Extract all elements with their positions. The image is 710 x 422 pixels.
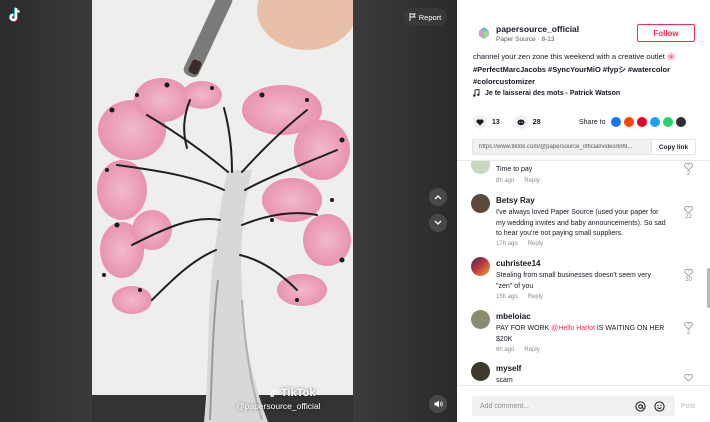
cherry-blossom-painting — [92, 0, 353, 422]
comment-count: 28 — [532, 118, 541, 126]
copy-link-button[interactable]: Copy link — [651, 140, 695, 154]
next-video-button[interactable] — [429, 214, 447, 232]
reply-button[interactable]: Reply — [524, 347, 539, 353]
mute-button[interactable] — [429, 395, 447, 413]
comment-like-button[interactable] — [684, 374, 693, 382]
commenter-name[interactable]: cuhristee14 — [496, 259, 540, 268]
heart-icon — [476, 118, 484, 125]
author-avatar[interactable] — [473, 22, 495, 44]
comment-meta: 17h ago Reply — [496, 241, 543, 247]
heart-outline-icon — [684, 374, 693, 382]
video-link-url[interactable]: https://www.tiktok.com/@papersource_offi… — [473, 144, 651, 150]
music-note-icon — [473, 89, 480, 97]
video-player[interactable]: Report TikTok @papersource_official — [0, 0, 457, 422]
comment-meta: 8h ago Reply — [496, 178, 540, 184]
comment-like-count: 20 — [685, 277, 692, 283]
caption-hashtags-2[interactable]: #colorcustomizer — [473, 76, 698, 89]
caption-hashtags[interactable]: #PerfectMarcJacobs #SyncYourMiO #fypシ #w… — [473, 64, 698, 77]
comment-button[interactable] — [513, 115, 528, 129]
comment-meta: 15h ago Reply — [496, 294, 543, 300]
comment-text-part: PAY FOR WORK — [496, 325, 552, 332]
music-title: Je te laisserai des mots - Patrick Watso… — [485, 89, 621, 97]
comment-text: PAY FOR WORK @Hello Harlot IS WAITING ON… — [496, 324, 666, 345]
comment-meta: 6h ago Reply — [496, 347, 540, 353]
reddit-icon[interactable] — [624, 117, 635, 127]
emoji-icon[interactable] — [654, 401, 665, 412]
reply-button[interactable]: Reply — [524, 178, 539, 184]
watermark-handle: @papersource_official — [236, 401, 321, 411]
video-backdrop-left — [0, 0, 92, 422]
share-bar: Share to — [579, 117, 687, 127]
mention-icon[interactable] — [635, 401, 646, 412]
comment-text: Time to pay — [496, 166, 533, 173]
comment-like-count: 2 — [686, 330, 691, 336]
post-button[interactable]: Post — [681, 403, 695, 410]
facebook-icon[interactable] — [611, 117, 622, 127]
chevron-down-icon — [434, 220, 442, 225]
commenter-avatar[interactable] — [471, 257, 490, 276]
author-name[interactable]: papersource_official — [496, 24, 579, 34]
video-watermark: TikTok @papersource_official — [236, 387, 321, 411]
video-backdrop-right — [353, 0, 457, 422]
comment-text: scam — [496, 377, 513, 384]
tiktok-logo-icon[interactable] — [6, 6, 24, 24]
comment-composer: Add comment... Post — [457, 385, 710, 422]
comment-time: 8h ago — [496, 178, 515, 184]
comment-like-count: 2 — [686, 171, 691, 177]
engagement-stats: 13 28 — [473, 115, 541, 129]
comment-text: I've always loved Paper Source (used you… — [496, 209, 666, 237]
paper-source-logo-icon — [479, 27, 489, 39]
reply-button[interactable]: Reply — [528, 241, 543, 247]
follow-button[interactable]: Follow — [637, 24, 695, 42]
music-track[interactable]: Je te laisserai des mots - Patrick Watso… — [473, 89, 620, 97]
report-label: Report — [418, 12, 442, 22]
comment-like-button[interactable]: 2 — [684, 322, 693, 336]
commenter-name[interactable]: myself — [496, 364, 521, 373]
comment-like-button[interactable]: 22 — [684, 206, 693, 220]
previous-video-button[interactable] — [429, 188, 447, 206]
commenter-name[interactable]: mbeloiac — [496, 312, 531, 321]
video-link-box[interactable]: https://www.tiktok.com/@papersource_offi… — [472, 139, 696, 155]
like-button[interactable] — [473, 115, 487, 129]
comment-like-count: 22 — [685, 214, 692, 220]
comment-text: Stealing from small businesses doesn't s… — [496, 272, 652, 290]
pinterest-icon[interactable] — [637, 117, 648, 127]
volume-icon — [434, 400, 443, 408]
embed-icon[interactable] — [676, 117, 687, 127]
commenter-name[interactable]: Betsy Ray — [496, 196, 535, 205]
commenter-avatar[interactable] — [471, 194, 490, 213]
like-count: 13 — [492, 118, 500, 126]
heart-outline-icon — [684, 163, 693, 171]
comment-time: 17h ago — [496, 241, 518, 247]
commenter-avatar[interactable] — [471, 161, 490, 174]
author-subtitle: Paper Source · 8-13 — [496, 36, 555, 43]
commenter-avatar[interactable] — [471, 362, 490, 381]
comment-bubble-icon — [517, 119, 525, 125]
commenter-avatar[interactable] — [471, 310, 490, 329]
details-panel: papersource_official Paper Source · 8-13… — [457, 0, 710, 422]
comment-like-button[interactable]: 20 — [684, 269, 693, 283]
video-caption: channel your zen zone this weekend with … — [473, 51, 698, 89]
caption-text: channel your zen zone this weekend with … — [473, 52, 677, 61]
comment-like-button[interactable]: 2 — [684, 163, 693, 177]
comment-time: 6h ago — [496, 347, 515, 353]
chevron-up-icon — [434, 195, 442, 200]
whatsapp-icon[interactable] — [663, 117, 674, 127]
watermark-brand: TikTok — [281, 387, 316, 399]
share-label: Share to — [579, 118, 606, 126]
mention-link[interactable]: @Hello Harlot — [551, 325, 595, 332]
tiktok-note-icon — [270, 389, 276, 397]
flag-icon — [409, 13, 416, 21]
twitter-icon[interactable] — [650, 117, 661, 127]
heart-outline-icon — [684, 269, 693, 277]
report-button[interactable]: Report — [403, 8, 447, 26]
heart-outline-icon — [684, 206, 693, 214]
comment-time: 15h ago — [496, 294, 518, 300]
comment-list[interactable]: Time to pay 8h ago Reply 2 Betsy Ray I'v… — [457, 161, 710, 385]
video-frame[interactable] — [92, 0, 353, 422]
heart-outline-icon — [684, 322, 693, 330]
reply-button[interactable]: Reply — [528, 294, 543, 300]
